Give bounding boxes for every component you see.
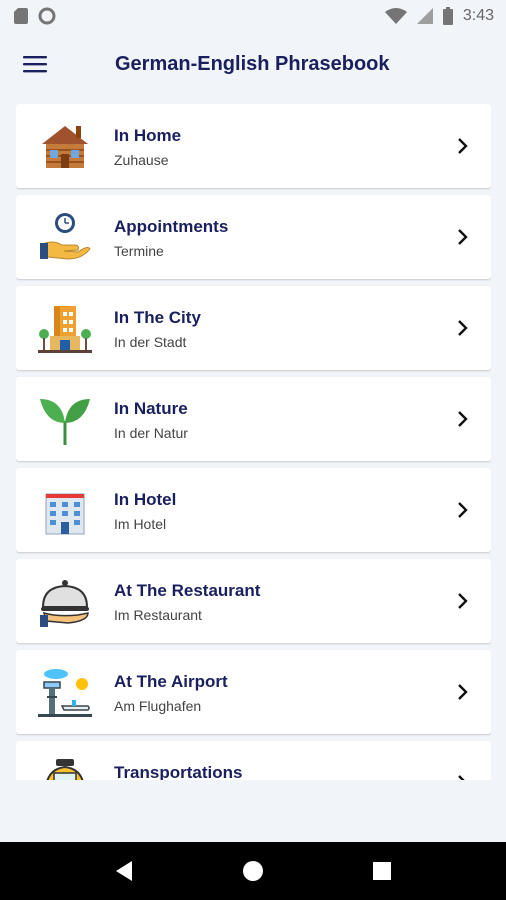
category-item-at-the-airport[interactable]: At The Airport Am Flughafen	[16, 650, 491, 734]
category-text: At The Restaurant Im Restaurant	[114, 581, 260, 623]
category-title: At The Airport	[114, 672, 228, 691]
signal-icon	[416, 8, 433, 24]
category-list[interactable]: In Home Zuhause Appointments Termine In …	[16, 104, 491, 780]
circle-icon	[38, 7, 56, 25]
category-subtitle: In der Natur	[114, 425, 188, 441]
hamburger-menu-icon	[23, 56, 47, 73]
category-text: In Nature In der Natur	[114, 399, 188, 441]
home-icon	[242, 861, 263, 881]
category-text: In Hotel Im Hotel	[114, 490, 176, 532]
category-item-at-the-restaurant[interactable]: At The Restaurant Im Restaurant	[16, 559, 491, 643]
category-title: Appointments	[114, 217, 229, 236]
category-subtitle: In der Stadt	[114, 334, 187, 350]
category-item-in-hotel[interactable]: In Hotel Im Hotel	[16, 468, 491, 552]
status-right: 3:43	[384, 7, 494, 25]
category-title: In Hotel	[114, 490, 177, 509]
menu-button[interactable]	[15, 44, 55, 84]
chevron-right-icon	[458, 684, 468, 700]
category-item-appointments[interactable]: Appointments Termine	[16, 195, 491, 279]
category-title: At The Restaurant	[114, 581, 261, 600]
house-icon	[38, 120, 92, 174]
clock-hand-icon	[38, 211, 92, 265]
recents-button[interactable]	[362, 851, 402, 891]
chevron-right-icon	[458, 502, 468, 518]
category-subtitle: Im Restaurant	[114, 607, 202, 623]
chevron-right-icon	[458, 138, 468, 154]
back-icon	[116, 861, 133, 881]
chevron-right-icon	[458, 229, 468, 245]
status-time: 3:43	[462, 7, 494, 24]
sd-card-icon	[14, 8, 28, 24]
category-title: Transportations	[114, 763, 243, 780]
category-text: Transportations	[114, 763, 242, 780]
back-button[interactable]	[104, 851, 144, 891]
serving-cloche-icon	[38, 575, 92, 629]
system-nav-bar	[0, 842, 506, 900]
category-item-in-nature[interactable]: In Nature In der Natur	[16, 377, 491, 461]
category-text: In The City In der Stadt	[114, 308, 201, 350]
home-button[interactable]	[233, 851, 273, 891]
chevron-right-icon	[458, 775, 465, 780]
status-bar: 3:43	[0, 0, 506, 32]
page-title: German-English Phrasebook	[115, 52, 390, 75]
category-item-in-the-city[interactable]: In The City In der Stadt	[16, 286, 491, 370]
category-text: Appointments Termine	[114, 217, 228, 259]
category-subtitle: Am Flughafen	[114, 698, 202, 714]
chevron-right-icon	[458, 411, 468, 427]
category-title: In Home	[114, 126, 182, 145]
category-text: In Home Zuhause	[114, 126, 181, 168]
chevron-right-icon	[458, 593, 468, 609]
city-building-icon	[38, 302, 92, 356]
status-left	[14, 7, 56, 25]
category-item-in-home[interactable]: In Home Zuhause	[16, 104, 491, 188]
hotel-icon	[38, 484, 92, 538]
wifi-icon	[384, 8, 407, 24]
recents-icon	[372, 862, 391, 880]
battery-icon	[442, 7, 453, 25]
taxi-icon	[38, 757, 92, 780]
category-subtitle: Termine	[114, 243, 164, 259]
category-subtitle: Im Hotel	[114, 516, 167, 532]
category-subtitle: Zuhause	[114, 152, 169, 168]
category-title: In The City	[114, 308, 201, 327]
category-item-transportations[interactable]: Transportations	[16, 741, 491, 780]
app-bar: German-English Phrasebook	[0, 32, 506, 96]
plant-sprout-icon	[38, 393, 92, 447]
category-text: At The Airport Am Flughafen	[114, 672, 228, 714]
chevron-right-icon	[458, 320, 468, 336]
category-title: In Nature	[114, 399, 188, 418]
airport-icon	[38, 666, 92, 720]
